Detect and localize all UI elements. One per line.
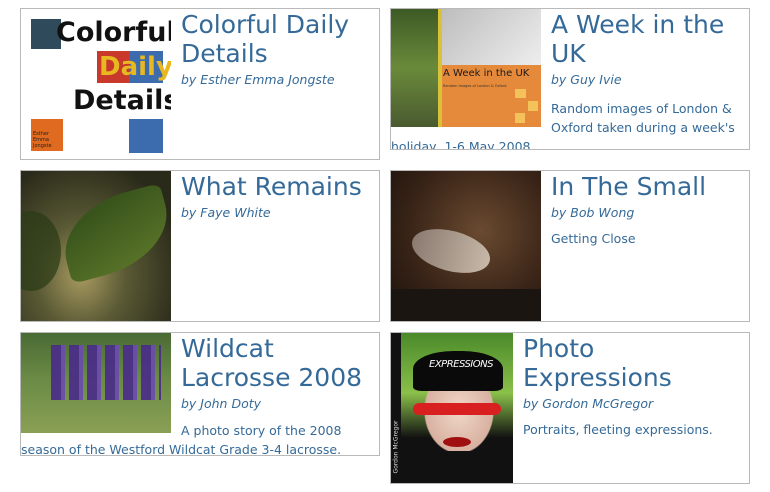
book-cover[interactable] (21, 171, 171, 321)
cover-title-line: Details (73, 85, 171, 116)
book-cover[interactable] (21, 333, 171, 433)
cover-square (528, 101, 538, 111)
players-shape (51, 345, 161, 400)
leaf-shape (21, 211, 61, 291)
book-cover[interactable]: A Week in the UK Random images of London… (391, 9, 541, 127)
hair-shape (413, 351, 503, 391)
cover-author-line: Jongste (33, 143, 52, 149)
leaf-shape (53, 183, 171, 284)
cover-title-line: Daily (99, 52, 171, 82)
squirrel-shape (407, 221, 495, 281)
book-card[interactable]: Wildcat Lacrosse 2008 by John Doty A pho… (20, 332, 380, 456)
glasses-shape (413, 403, 501, 415)
book-card[interactable]: Colorful Daily Details Esther Emma Jongs… (20, 8, 380, 160)
ground-shape (391, 289, 541, 321)
cover-square (129, 119, 163, 153)
cover-square (515, 89, 526, 98)
cover-square (515, 113, 525, 123)
book-cover[interactable]: Colorful Daily Details Esther Emma Jongs… (21, 9, 171, 159)
book-cover[interactable]: Gordon McGregor EXPRESSIONS (391, 333, 513, 483)
cover-top (442, 9, 541, 65)
book-cover[interactable] (391, 171, 541, 321)
cover-spine-text: Gordon McGregor (392, 420, 400, 474)
cover-subtitle: Random images of London & Oxford (443, 84, 507, 88)
cover-author: Esther Emma Jongste (33, 131, 52, 149)
cover-title: A Week in the UK (443, 68, 530, 79)
book-card[interactable]: Gordon McGregor EXPRESSIONS Photo Expres… (390, 332, 750, 484)
lips-shape (443, 437, 471, 447)
cover-photo (391, 9, 438, 127)
book-card[interactable]: A Week in the UK Random images of London… (390, 8, 750, 150)
cover-title-line: Colorful (56, 17, 171, 48)
book-card[interactable]: In The Small by Bob Wong Getting Close (390, 170, 750, 322)
book-card[interactable]: What Remains by Faye White (20, 170, 380, 322)
cover-title: EXPRESSIONS (429, 359, 493, 370)
